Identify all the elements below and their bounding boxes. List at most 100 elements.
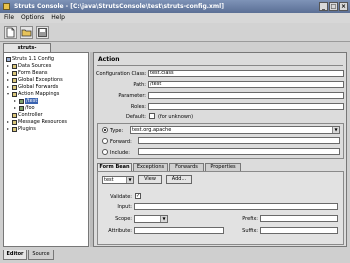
- folder-icon: [12, 77, 17, 83]
- input-field[interactable]: [134, 203, 338, 210]
- expand-icon[interactable]: ▸: [7, 84, 11, 90]
- expand-icon[interactable]: ▸: [7, 119, 11, 125]
- tree-item-action-foo[interactable]: ▸/foo: [14, 105, 35, 111]
- maximize-button[interactable]: □: [329, 2, 338, 11]
- forward-field[interactable]: [138, 137, 340, 144]
- menu-file[interactable]: File: [4, 13, 14, 23]
- scope-select[interactable]: ▼: [134, 215, 168, 223]
- collapse-icon[interactable]: ▾: [7, 91, 11, 97]
- expand-icon[interactable]: ▸: [14, 105, 18, 111]
- prefix-label: Prefix:: [242, 216, 258, 222]
- tab-form-bean[interactable]: Form Bean: [97, 163, 132, 171]
- open-button[interactable]: [20, 26, 33, 39]
- tab-exceptions[interactable]: Exceptions: [133, 163, 168, 171]
- action-panel: Action Configuration Class: test.class P…: [93, 52, 347, 247]
- expand-icon[interactable]: ▸: [7, 70, 11, 76]
- tree-item-form-beans[interactable]: ▸ Form Beans: [7, 70, 48, 76]
- tab-properties[interactable]: Properties: [205, 163, 241, 171]
- expand-icon[interactable]: ▸: [7, 63, 11, 69]
- tree-item-action-test[interactable]: ▸/test: [14, 98, 39, 104]
- suffix-field[interactable]: [260, 227, 338, 234]
- save-button[interactable]: [36, 26, 49, 39]
- roles-field[interactable]: [148, 103, 344, 110]
- window-title: Struts Console - [C:\java\StrutsConsole\…: [14, 3, 224, 10]
- open-folder-icon: [21, 29, 32, 37]
- app-icon: [3, 3, 10, 10]
- window-controls: _ □ ×: [319, 2, 348, 11]
- divider: [97, 65, 343, 66]
- tree-item-global-forwards[interactable]: ▸ Global Forwards: [7, 84, 58, 90]
- close-button[interactable]: ×: [339, 2, 348, 11]
- parameter-field[interactable]: [148, 92, 344, 99]
- view-button[interactable]: View: [138, 175, 162, 184]
- expand-icon[interactable]: ▸: [7, 126, 11, 132]
- parameter-label: Parameter:: [118, 93, 146, 99]
- new-file-icon: [6, 27, 15, 38]
- include-label: Include:: [110, 150, 130, 156]
- subtab-bar: Form Bean Exceptions Forwards Properties: [97, 163, 344, 171]
- controller-icon: [12, 112, 17, 118]
- folder-icon: [12, 63, 17, 69]
- new-file-button[interactable]: [4, 26, 17, 39]
- attribute-field[interactable]: [134, 227, 224, 234]
- folder-icon: [12, 119, 17, 125]
- default-label: Default:: [126, 114, 146, 120]
- path-label: Path:: [133, 82, 146, 88]
- tree-item-message-resources[interactable]: ▸ Message Resources: [7, 119, 67, 125]
- forward-label: Forward:: [110, 139, 132, 145]
- expand-icon[interactable]: ▸: [7, 77, 11, 83]
- tree-item-controller[interactable]: Controller: [7, 112, 43, 118]
- menu-options[interactable]: Options: [21, 13, 44, 23]
- type-radio[interactable]: [102, 127, 108, 133]
- default-hint: (for unknown): [158, 114, 194, 120]
- suffix-label: Suffix:: [242, 228, 258, 234]
- tab-forwards[interactable]: Forwards: [169, 163, 204, 171]
- tree-item-plugins[interactable]: ▸ Plugins: [7, 126, 36, 132]
- form-bean-select[interactable]: test ▼: [102, 176, 134, 184]
- tree-item-data-sources[interactable]: ▸ Data Sources: [7, 63, 51, 69]
- panel-title: Action: [98, 56, 120, 63]
- folder-icon: [12, 126, 17, 132]
- type-select[interactable]: test.org.apache ▼: [130, 126, 340, 134]
- action-icon: [19, 98, 24, 104]
- validate-label: Validate:: [110, 194, 132, 200]
- path-field[interactable]: /test: [148, 81, 344, 88]
- validate-checkbox[interactable]: ✓: [135, 193, 141, 199]
- config-icon: [6, 56, 11, 62]
- input-label: Input:: [117, 204, 132, 210]
- add-button[interactable]: Add...: [166, 175, 192, 184]
- minimize-button[interactable]: _: [319, 2, 328, 11]
- default-checkbox[interactable]: [149, 113, 155, 119]
- include-radio[interactable]: [102, 149, 108, 155]
- menu-bar: File Options Help: [0, 13, 350, 23]
- prefix-field[interactable]: [260, 215, 338, 222]
- include-field[interactable]: [138, 148, 340, 155]
- window-title-bar: Struts Console - [C:\java\StrutsConsole\…: [0, 0, 350, 13]
- roles-label: Roles:: [130, 104, 146, 110]
- expand-icon[interactable]: ▸: [14, 98, 18, 104]
- tree-root[interactable]: Struts 1.1 Config: [6, 56, 54, 62]
- attribute-label: Attribute:: [108, 228, 132, 234]
- config-tree: Struts 1.1 Config ▸ Data Sources ▸ Form Be…: [3, 52, 89, 247]
- save-icon: [38, 28, 47, 37]
- menu-help[interactable]: Help: [51, 13, 65, 23]
- tab-editor[interactable]: Editor: [3, 250, 27, 260]
- type-label: Type:: [110, 128, 124, 134]
- tree-item-action-mappings[interactable]: ▾ Action Mappings: [7, 91, 59, 97]
- target-group: Type: test.org.apache ▼ Forward: Include…: [97, 123, 344, 159]
- toolbar: [0, 23, 350, 42]
- folder-icon: [12, 91, 17, 97]
- configuration-class-field[interactable]: test.class: [148, 70, 344, 77]
- chevron-down-icon[interactable]: ▼: [332, 127, 339, 133]
- tree-item-global-exceptions[interactable]: ▸ Global Exceptions: [7, 77, 63, 83]
- forward-radio[interactable]: [102, 138, 108, 144]
- action-icon: [19, 105, 24, 111]
- configuration-class-label: Configuration Class:: [96, 71, 147, 77]
- chevron-down-icon[interactable]: ▼: [126, 177, 133, 183]
- chevron-down-icon[interactable]: ▼: [160, 216, 167, 222]
- form-bean-tab-content: test ▼ View Add... Validate: ✓ Input: Sc…: [97, 171, 344, 245]
- tab-source[interactable]: Source: [28, 250, 54, 260]
- folder-icon: [12, 70, 17, 76]
- folder-icon: [12, 84, 17, 90]
- file-tab[interactable]: struts-config.xml: [3, 43, 51, 59]
